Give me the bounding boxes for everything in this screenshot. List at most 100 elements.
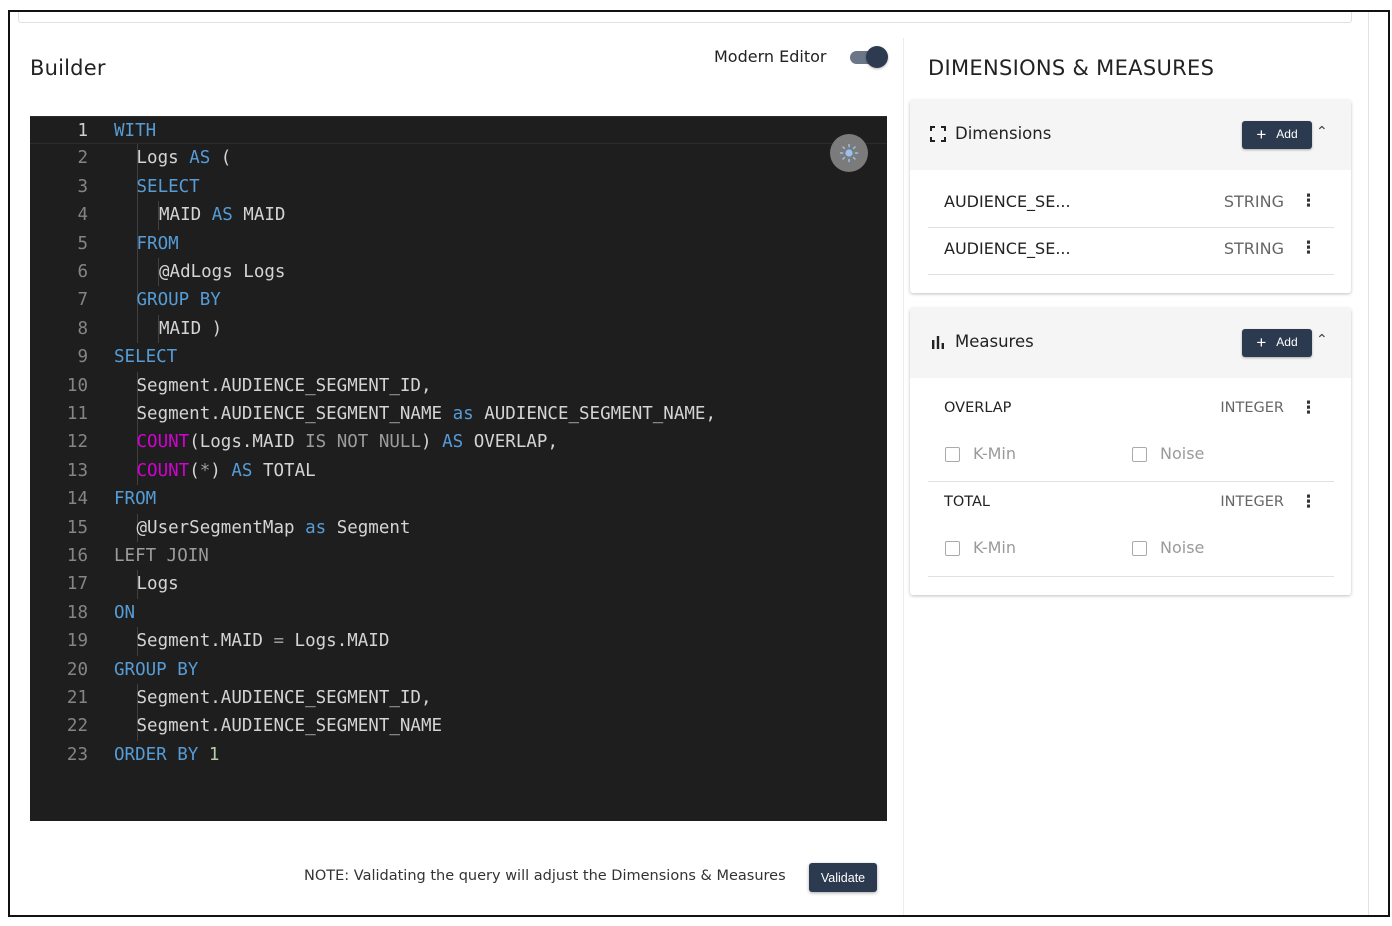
code-line[interactable]: 9 SELECT: [30, 343, 887, 371]
dimensions-header[interactable]: Dimensions + Add ⌃: [910, 100, 1351, 170]
code-token: IS NOT NULL: [305, 432, 421, 453]
code-text: Segment.MAID = Logs.MAID: [137, 627, 390, 655]
code-token: Segment: [326, 517, 411, 538]
code-token: ): [210, 460, 232, 481]
code-line[interactable]: 7 GROUP BY: [30, 286, 887, 315]
code-line[interactable]: 14 FROM: [30, 485, 887, 513]
dimensions-label: Dimensions: [955, 124, 1052, 143]
code-text: FROM: [137, 230, 179, 258]
line-number: 14: [66, 489, 88, 510]
code-line[interactable]: 5 FROM: [30, 229, 887, 258]
code-line[interactable]: 22 Segment.AUDIENCE_SEGMENT_NAME: [30, 712, 887, 741]
code-token: 1: [208, 744, 220, 765]
code-token: Segment.AUDIENCE_SEGMENT_ID,: [136, 375, 432, 396]
more-options-icon[interactable]: ⋮: [1300, 398, 1317, 418]
code-line[interactable]: 19 Segment.MAID = Logs.MAID: [30, 627, 887, 656]
code-line[interactable]: 11 Segment.AUDIENCE_SEGMENT_NAME as AUDIE…: [30, 400, 887, 429]
code-line[interactable]: 20 GROUP BY: [30, 656, 887, 684]
collapse-chevron-icon[interactable]: ⌃: [1316, 332, 1328, 348]
dimension-row[interactable]: AUDIENCE_SE... STRING ⋮: [928, 228, 1334, 275]
code-text: Segment.AUDIENCE_SEGMENT_NAME: [137, 712, 443, 740]
code-line[interactable]: 16 LEFT JOIN: [30, 542, 887, 570]
measures-card: Measures + Add ⌃ OVERLAP INTEGER ⋮ K-Min …: [910, 308, 1351, 595]
code-text: MAID ): [159, 315, 222, 343]
code-line[interactable]: 18 ON: [30, 599, 887, 627]
code-editor[interactable]: 23 ORDER BY 1 22 Segment.AUDIENCE_SEGMENT_N…: [30, 116, 887, 821]
line-number: 8: [77, 318, 88, 339]
code-token: Segment.AUDIENCE_SEGMENT_ID,: [136, 688, 432, 708]
code-token: @AdLogs Logs: [159, 262, 286, 282]
code-line[interactable]: 8 MAID ): [30, 314, 887, 344]
code-line[interactable]: 12 COUNT(Logs.MAID IS NOT NULL) AS OVERLA…: [30, 428, 887, 457]
code-token: FROM: [136, 233, 179, 254]
add-measure-button[interactable]: + Add: [1242, 329, 1312, 357]
theme-toggle-button[interactable]: [830, 134, 868, 172]
code-token: Logs: [136, 574, 179, 595]
measure-row[interactable]: TOTAL INTEGER ⋮ K-Min Noise: [928, 482, 1334, 577]
modern-editor-toggle[interactable]: [848, 46, 888, 68]
code-line[interactable]: 10 Segment.AUDIENCE_SEGMENT_ID,: [30, 371, 887, 400]
dimension-type: STRING: [1223, 192, 1284, 211]
plus-icon: +: [1256, 125, 1267, 144]
code-token: MAID: [159, 205, 212, 226]
dimension-type: STRING: [1223, 239, 1284, 258]
more-options-icon[interactable]: ⋮: [1300, 492, 1317, 512]
code-line[interactable]: 15 @UserSegmentMap as Segment: [30, 513, 887, 542]
collapse-chevron-icon[interactable]: ⌃: [1316, 124, 1328, 140]
panel-divider: [903, 38, 904, 915]
code-line[interactable]: 23 ORDER BY 1: [30, 741, 887, 769]
measure-row[interactable]: OVERLAP INTEGER ⋮ K-Min Noise: [928, 388, 1334, 482]
line-number: 20: [66, 659, 88, 680]
kmin-checkbox[interactable]: [945, 447, 960, 462]
code-token: SELECT: [136, 176, 200, 197]
validate-note: NOTE: Validating the query will adjust t…: [304, 868, 786, 884]
code-token: Segment.MAID: [136, 631, 274, 652]
code-text: COUNT(*) AS TOTAL: [137, 457, 316, 485]
kmin-checkbox[interactable]: [945, 541, 960, 556]
code-text: LEFT JOIN: [114, 542, 209, 570]
code-text: Logs AS (: [137, 144, 232, 172]
more-options-icon[interactable]: ⋮: [1300, 191, 1317, 211]
code-line[interactable]: 21 Segment.AUDIENCE_SEGMENT_ID,: [30, 684, 887, 713]
indent-guide: [137, 258, 138, 287]
code-token: SELECT: [114, 347, 178, 368]
code-token: FROM: [114, 489, 157, 510]
top-strip: [18, 12, 1352, 23]
dimension-row[interactable]: AUDIENCE_SE... STRING ⋮: [928, 180, 1334, 228]
line-number: 21: [66, 688, 88, 708]
code-line[interactable]: 1 WITH: [30, 116, 887, 145]
code-line[interactable]: 3 SELECT: [30, 172, 887, 202]
line-number: 16: [66, 546, 88, 566]
line-number: 11: [66, 404, 88, 424]
add-dimension-button[interactable]: + Add: [1242, 121, 1312, 149]
code-line[interactable]: 13 COUNT(*) AS TOTAL: [30, 456, 887, 486]
code-token: MAID: [232, 205, 286, 226]
dimensions-measures-title: DIMENSIONS & MEASURES: [928, 56, 1215, 80]
toggle-knob: [866, 46, 888, 68]
measures-header[interactable]: Measures + Add ⌃: [910, 308, 1351, 378]
code-token: TOTAL: [252, 460, 316, 481]
add-label: Add: [1276, 335, 1298, 349]
line-number: 7: [77, 290, 88, 311]
noise-checkbox[interactable]: [1132, 447, 1147, 462]
more-options-icon[interactable]: ⋮: [1300, 238, 1317, 258]
code-token: WITH: [114, 121, 157, 141]
code-line[interactable]: 17 Logs: [30, 570, 887, 599]
indent-guide: [137, 314, 138, 344]
code-text: Segment.AUDIENCE_SEGMENT_ID,: [137, 372, 432, 400]
code-line[interactable]: 6 @AdLogs Logs: [30, 258, 887, 287]
code-line[interactable]: 4 MAID AS MAID: [30, 201, 887, 230]
noise-checkbox[interactable]: [1132, 541, 1147, 556]
code-token: Segment.AUDIENCE_SEGMENT_NAME: [136, 716, 443, 737]
line-number: 17: [66, 574, 88, 595]
code-token: @UserSegmentMap: [136, 517, 306, 538]
validate-button[interactable]: Validate: [809, 863, 877, 892]
code-text: FROM: [114, 485, 156, 513]
code-line[interactable]: 2 Logs AS (: [30, 144, 887, 173]
code-text: SELECT: [137, 173, 200, 201]
code-token: Segment.AUDIENCE_SEGMENT_NAME: [136, 404, 453, 424]
code-token: COUNT: [136, 460, 190, 481]
line-number: 6: [77, 262, 88, 282]
expand-icon: [930, 126, 946, 146]
line-number: 5: [77, 233, 88, 254]
